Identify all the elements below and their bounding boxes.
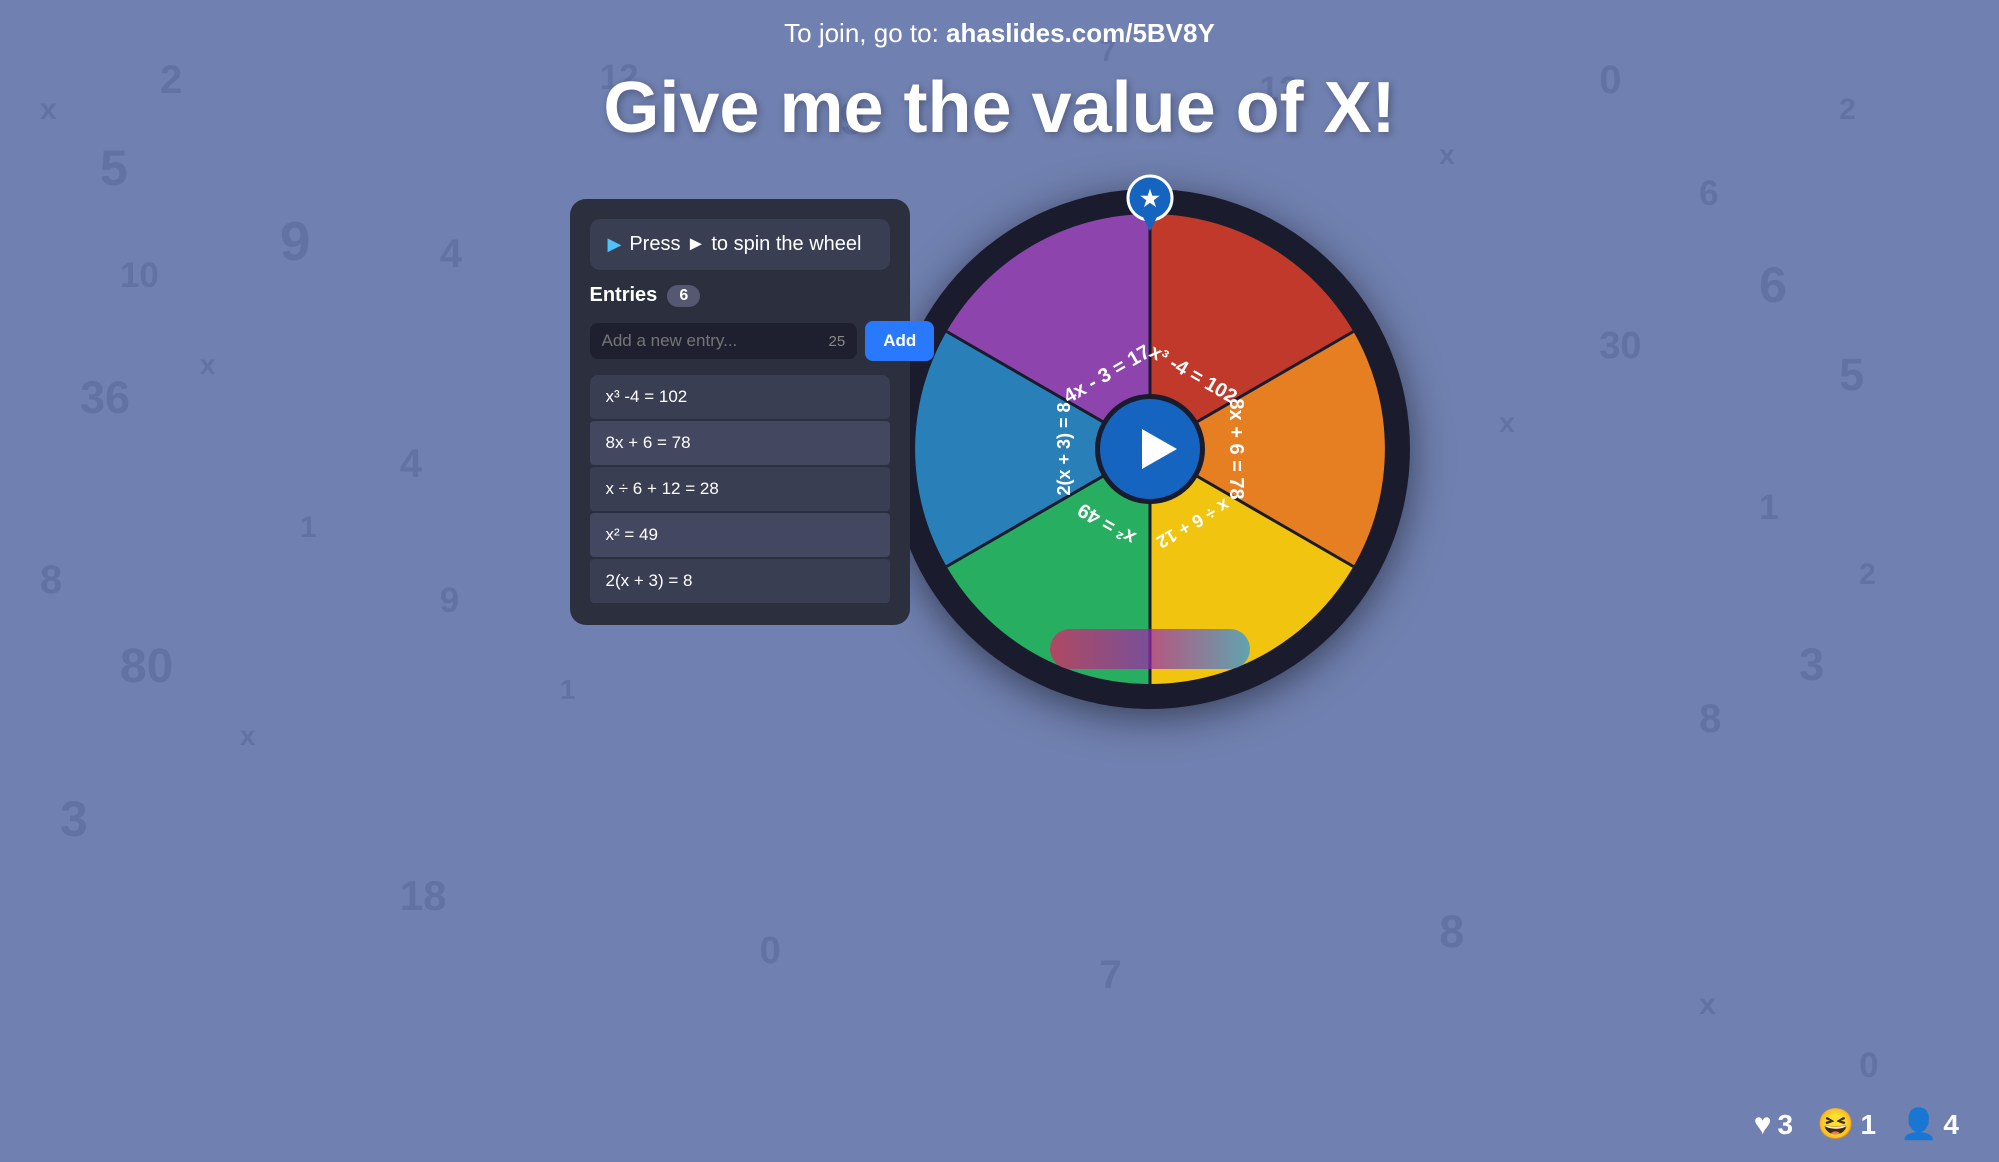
content-area: ▶ Press ► to spin the wheel Entries 6 25… <box>0 179 1999 729</box>
rainbow-bar <box>1050 629 1250 669</box>
char-count: 25 <box>829 333 846 350</box>
bottom-bar: ♥ 3 😆 1 👤 4 <box>1754 1107 1959 1142</box>
people-count: 4 <box>1943 1109 1959 1141</box>
hearts-count: 3 <box>1778 1109 1794 1141</box>
add-entry-input[interactable] <box>602 331 823 351</box>
slide-title: Give me the value of X! <box>603 67 1395 149</box>
list-item[interactable]: x³ -4 = 102 <box>590 375 890 419</box>
laugh-icon: 😆 <box>1817 1107 1854 1142</box>
wheel-pointer: ★ <box>1125 173 1175 233</box>
list-item[interactable]: 2(x + 3) = 8 <box>590 559 890 603</box>
hearts-icon: ♥ <box>1754 1108 1772 1142</box>
list-item[interactable]: x ÷ 6 + 12 = 28 <box>590 467 890 511</box>
join-text: To join, go to: <box>784 18 946 48</box>
list-item[interactable]: x² = 49 <box>590 513 890 557</box>
people-stat: 👤 4 <box>1900 1107 1959 1142</box>
main-container: To join, go to: ahaslides.com/5BV8Y Give… <box>0 0 1999 1162</box>
svg-text:8x + 6 = 78: 8x + 6 = 78 <box>1225 398 1247 499</box>
list-item[interactable]: 8x + 6 = 78 <box>590 421 890 465</box>
svg-text:★: ★ <box>1140 186 1160 211</box>
people-icon: 👤 <box>1900 1107 1937 1142</box>
entries-header: Entries 6 <box>590 284 890 307</box>
svg-text:2(x + 3) = 8: 2(x + 3) = 8 <box>1054 402 1074 495</box>
laugh-stat: 😆 1 <box>1817 1107 1876 1142</box>
wheel-area: ★ <box>870 169 1430 729</box>
left-panel: ▶ Press ► to spin the wheel Entries 6 25… <box>570 199 910 625</box>
spin-prompt: ▶ Press ► to spin the wheel <box>590 219 890 270</box>
entries-list: x³ -4 = 1028x + 6 = 78x ÷ 6 + 12 = 28x² … <box>590 375 890 605</box>
add-entry-input-wrap: 25 <box>590 323 858 359</box>
wheel-svg: x³ -4 = 102 8x + 6 = 78 x ÷ 6 + 12 x² = … <box>905 204 1395 694</box>
hearts-stat: ♥ 3 <box>1754 1108 1793 1142</box>
play-icon: ▶ <box>608 234 622 255</box>
entries-label: Entries <box>590 284 658 307</box>
add-button[interactable]: Add <box>865 321 934 361</box>
laugh-count: 1 <box>1860 1109 1876 1141</box>
add-entry-row: 25 Add <box>590 321 890 361</box>
entries-count: 6 <box>667 285 700 307</box>
top-bar: To join, go to: ahaslides.com/5BV8Y <box>0 0 1999 57</box>
spin-prompt-text: Press ► to spin the wheel <box>629 233 861 256</box>
join-url: ahaslides.com/5BV8Y <box>946 18 1215 48</box>
